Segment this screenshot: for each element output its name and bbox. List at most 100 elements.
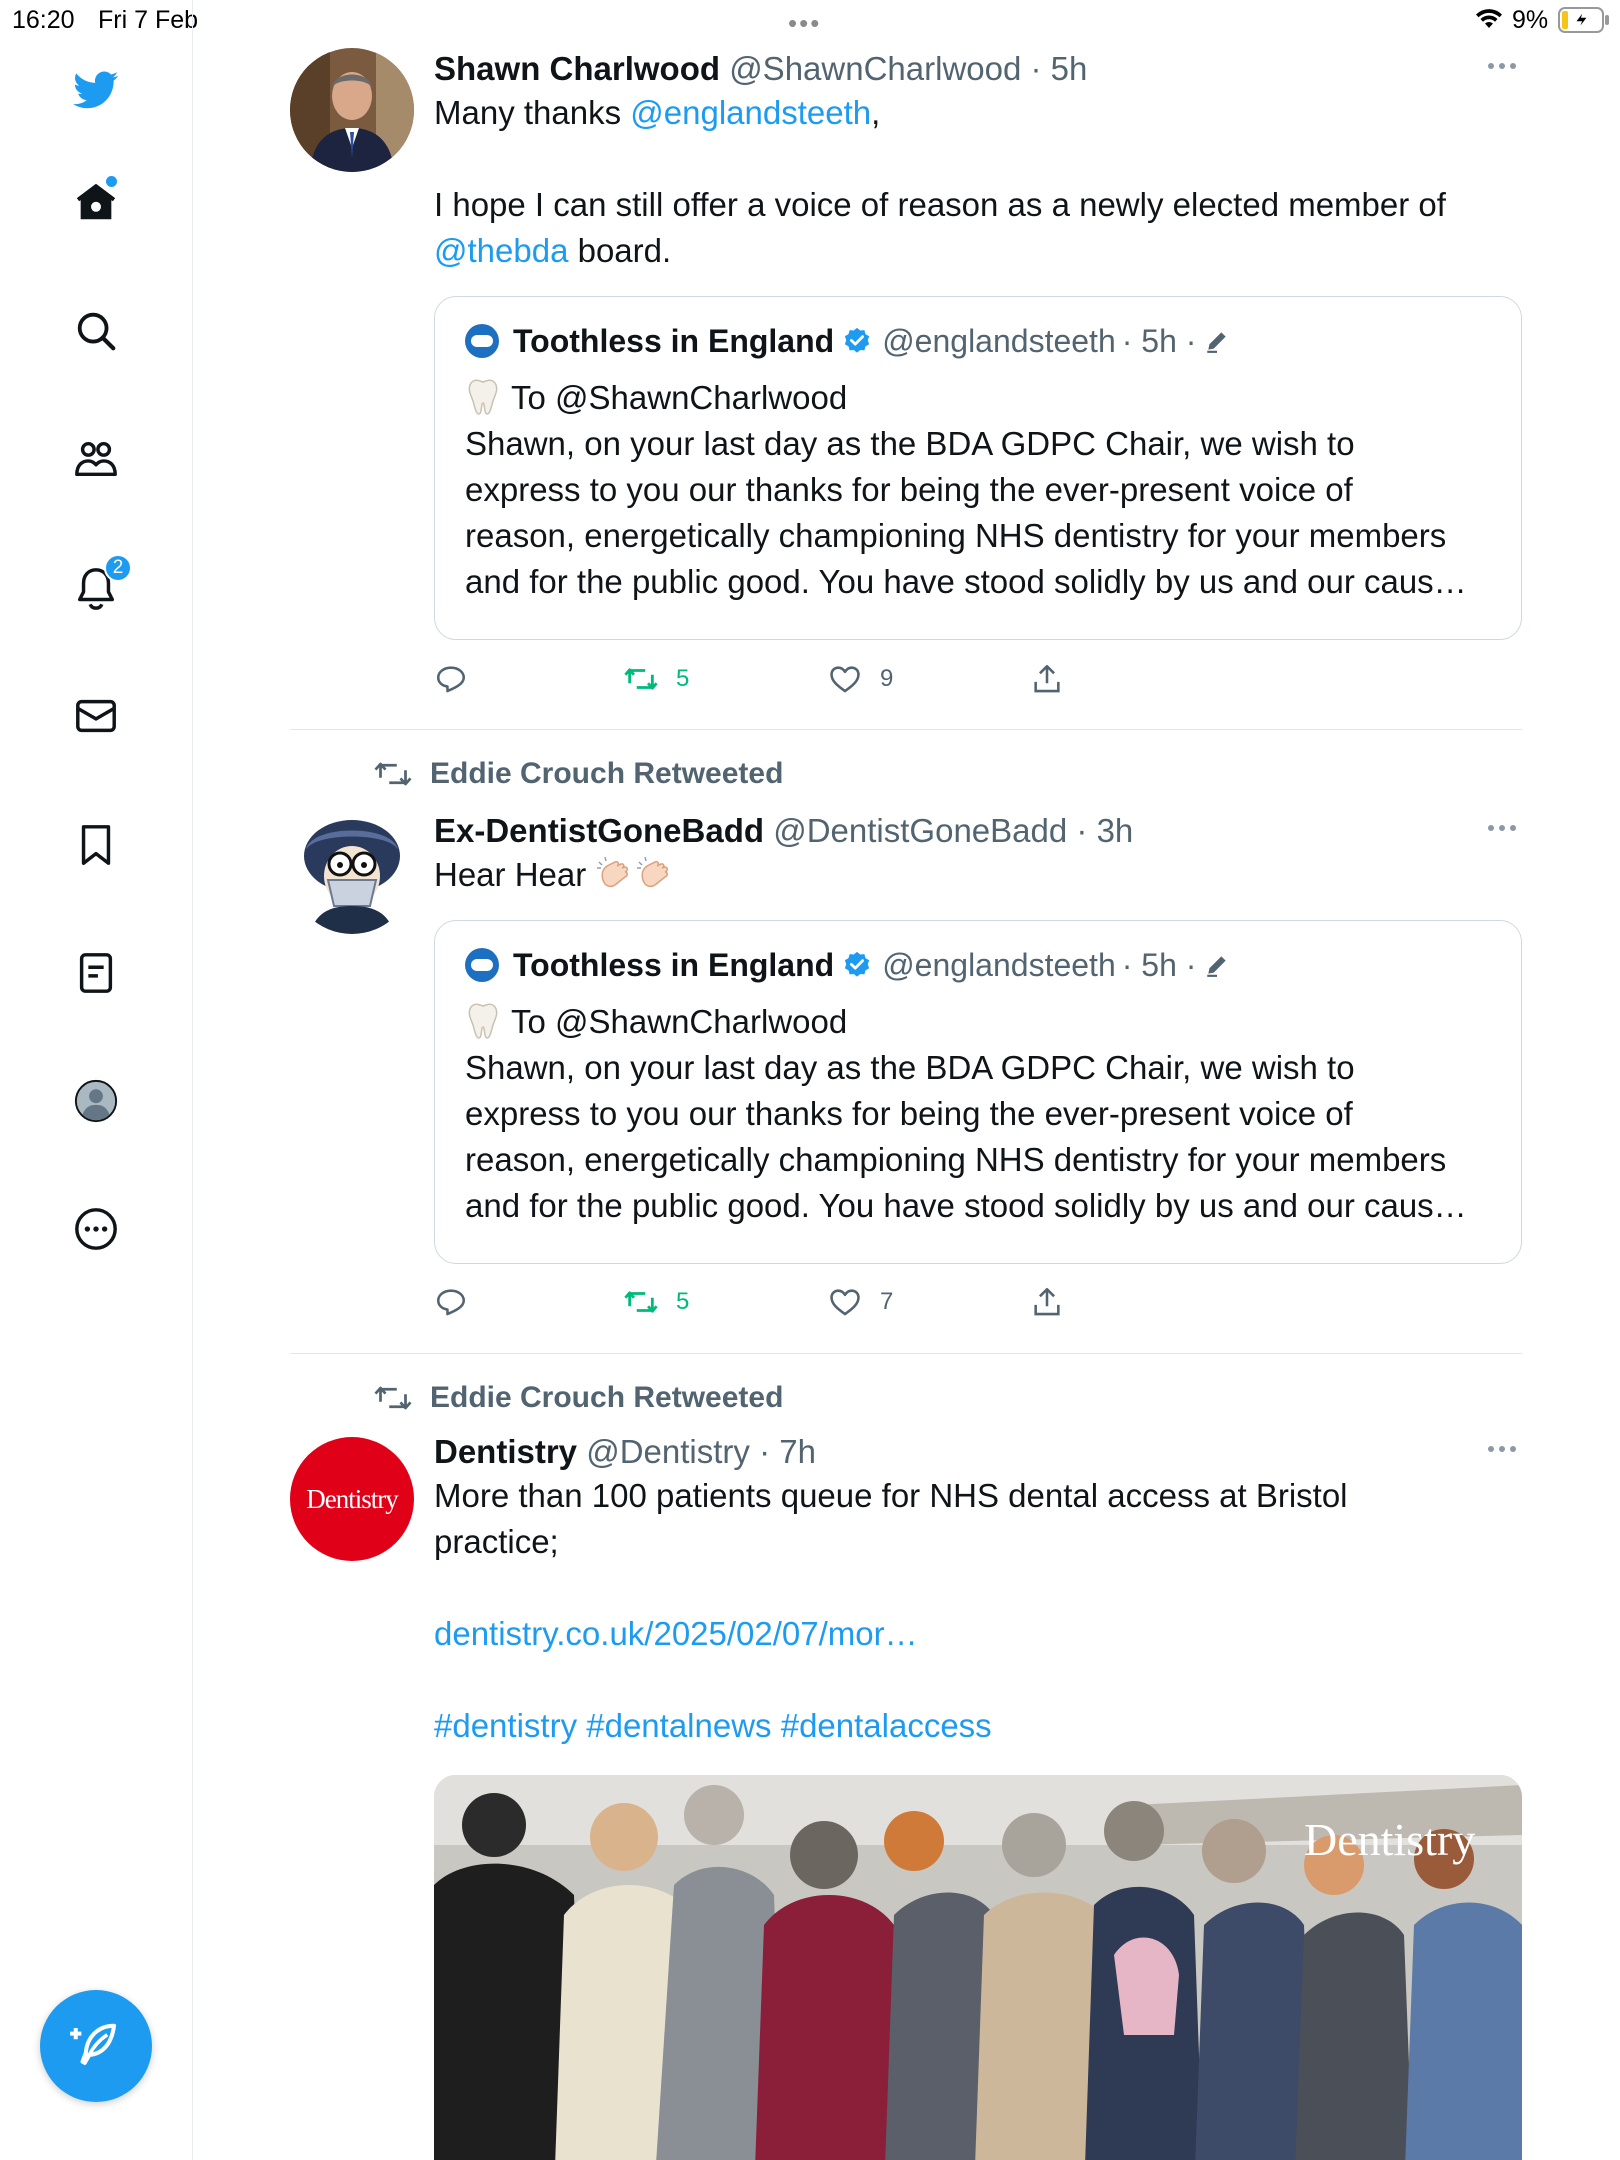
sidebar-item-more[interactable] bbox=[66, 1199, 126, 1259]
tooth-emoji-icon bbox=[468, 379, 498, 415]
retweet-icon bbox=[624, 668, 658, 690]
more-circle-icon bbox=[75, 1208, 117, 1250]
divider bbox=[290, 729, 1522, 730]
author-name[interactable]: Ex-DentistGoneBadd bbox=[434, 812, 764, 849]
search-icon bbox=[77, 312, 116, 351]
sidebar-item-profile[interactable] bbox=[66, 1071, 126, 1131]
battery-charging-icon bbox=[1558, 7, 1609, 33]
sidebar-item-home[interactable] bbox=[66, 172, 126, 232]
quoted-tweet[interactable]: Toothless in England @englandsteeth · 5h… bbox=[434, 920, 1522, 1264]
clapping-hands-emoji-icon bbox=[637, 856, 669, 888]
bookmark-icon bbox=[81, 825, 111, 865]
profile-avatar-icon bbox=[74, 1079, 118, 1123]
like-count: 7 bbox=[880, 1288, 894, 1315]
heart-icon bbox=[830, 1289, 860, 1316]
tweet[interactable]: Eddie Crouch Retweeted Ex-DentistGoneBad… bbox=[290, 757, 1522, 1337]
quote-time: · 5h · bbox=[1121, 323, 1197, 359]
status-bar: 16:20 Fri 7 Feb ••• 9% bbox=[0, 0, 1620, 40]
retweet-button[interactable]: 5 bbox=[624, 662, 689, 696]
retweet-count: 5 bbox=[676, 1288, 690, 1315]
avatar[interactable] bbox=[290, 48, 414, 172]
tweet-text: Hear Hear bbox=[434, 852, 1522, 898]
compose-tweet-button[interactable] bbox=[40, 1990, 152, 2102]
author-name[interactable]: Dentistry bbox=[434, 1433, 577, 1470]
quote-header: Toothless in England @englandsteeth · 5h… bbox=[465, 319, 1493, 363]
tooth-emoji-icon bbox=[468, 1003, 498, 1039]
tweet-time[interactable]: · 3h bbox=[1076, 812, 1133, 849]
notifications-badge: 2 bbox=[104, 554, 132, 582]
sidebar-item-explore[interactable] bbox=[66, 301, 126, 361]
author-handle[interactable]: @Dentistry bbox=[586, 1433, 750, 1470]
tweet-more-icon[interactable] bbox=[1482, 818, 1522, 838]
edited-pencil-icon bbox=[1207, 956, 1227, 977]
quote-text: To @ShawnCharlwood Shawn, on your last d… bbox=[465, 1003, 1467, 1224]
quote-avatar bbox=[465, 948, 499, 982]
compose-feather-icon bbox=[70, 2023, 117, 2065]
article-link[interactable]: dentistry.co.uk/2025/02/07/mor… bbox=[434, 1611, 1522, 1657]
sidebar-item-messages[interactable] bbox=[66, 686, 126, 746]
author-handle[interactable]: @DentistGoneBadd bbox=[773, 812, 1067, 849]
share-button[interactable] bbox=[1030, 1285, 1064, 1319]
retweet-count: 5 bbox=[676, 665, 690, 692]
reply-icon bbox=[436, 666, 466, 693]
avatar[interactable]: Dentistry bbox=[290, 1437, 414, 1561]
heart-icon bbox=[830, 666, 860, 693]
quote-author-name: Toothless in England bbox=[513, 323, 835, 359]
clapping-hands-emoji-icon bbox=[597, 856, 629, 888]
tweet-actions: 5 9 bbox=[434, 662, 1134, 702]
sidebar-item-lists[interactable] bbox=[66, 943, 126, 1003]
quote-header: Toothless in England @englandsteeth · 5h… bbox=[465, 943, 1493, 987]
like-count: 9 bbox=[880, 665, 894, 692]
avatar[interactable] bbox=[290, 810, 414, 934]
tweet-header: Dentistry @Dentistry · 7h bbox=[434, 1431, 1522, 1473]
lists-icon bbox=[79, 953, 113, 993]
mention-link[interactable]: @englandsteeth bbox=[630, 94, 871, 131]
verified-badge-icon bbox=[845, 951, 870, 977]
sidebar-item-communities[interactable] bbox=[66, 429, 126, 489]
reply-button[interactable] bbox=[434, 662, 468, 696]
edited-pencil-icon bbox=[1207, 332, 1227, 353]
battery-percent: 9% bbox=[1512, 6, 1549, 34]
retweeted-by-label[interactable]: Eddie Crouch Retweeted bbox=[430, 757, 783, 791]
sidebar-item-notifications[interactable]: 2 bbox=[66, 554, 132, 618]
retweet-button[interactable]: 5 bbox=[624, 1285, 689, 1319]
twitter-logo-icon[interactable] bbox=[66, 60, 126, 120]
reply-button[interactable] bbox=[434, 1285, 468, 1319]
multitasking-dots-icon[interactable]: ••• bbox=[788, 8, 821, 39]
divider bbox=[290, 1353, 1522, 1354]
retweeted-indicator: Eddie Crouch Retweeted bbox=[374, 757, 783, 791]
tweet-more-icon[interactable] bbox=[1482, 56, 1522, 76]
share-icon bbox=[1034, 1287, 1060, 1316]
wifi-icon bbox=[1476, 9, 1502, 28]
hashtags[interactable]: #dentistry #dentalnews #dentalaccess bbox=[434, 1703, 1522, 1749]
tweet-text: More than 100 patients queue for NHS den… bbox=[434, 1473, 1522, 1749]
share-button[interactable] bbox=[1030, 662, 1064, 696]
author-name[interactable]: Shawn Charlwood bbox=[434, 50, 720, 87]
media-watermark: Dentistry bbox=[1304, 1814, 1475, 1865]
author-handle[interactable]: @ShawnCharlwood bbox=[729, 50, 1021, 87]
reply-icon bbox=[436, 1289, 466, 1316]
tweet-more-icon[interactable] bbox=[1482, 1439, 1522, 1459]
tweet[interactable]: Eddie Crouch Retweeted Dentistry Dentist… bbox=[290, 1381, 1522, 2160]
tweet-header: Shawn Charlwood @ShawnCharlwood · 5h bbox=[434, 48, 1522, 90]
quoted-tweet[interactable]: Toothless in England @englandsteeth · 5h… bbox=[434, 296, 1522, 640]
tweet-actions: 5 7 bbox=[434, 1285, 1134, 1325]
retweet-small-icon bbox=[374, 1386, 412, 1410]
tweet[interactable]: Shawn Charlwood @ShawnCharlwood · 5h Man… bbox=[290, 48, 1522, 698]
share-icon bbox=[1034, 664, 1060, 693]
tweet-time[interactable]: · 7h bbox=[759, 1433, 816, 1470]
sidebar: 2 bbox=[0, 0, 193, 2160]
tweet-header: Ex-DentistGoneBadd @DentistGoneBadd · 3h bbox=[434, 810, 1522, 852]
tweet-time[interactable]: · 5h bbox=[1031, 50, 1088, 87]
retweeted-by-label[interactable]: Eddie Crouch Retweeted bbox=[430, 1381, 783, 1415]
home-new-dot bbox=[106, 176, 117, 187]
quote-avatar bbox=[465, 324, 499, 358]
retweet-icon bbox=[624, 1291, 658, 1313]
sidebar-item-bookmarks[interactable] bbox=[66, 815, 126, 875]
envelope-icon bbox=[76, 699, 116, 733]
tweet-media-image[interactable]: Dentistry bbox=[434, 1775, 1522, 2160]
mention-link[interactable]: @thebda bbox=[434, 232, 568, 269]
like-button[interactable]: 9 bbox=[828, 662, 893, 696]
quote-time: · 5h · bbox=[1121, 947, 1197, 983]
like-button[interactable]: 7 bbox=[828, 1285, 893, 1319]
